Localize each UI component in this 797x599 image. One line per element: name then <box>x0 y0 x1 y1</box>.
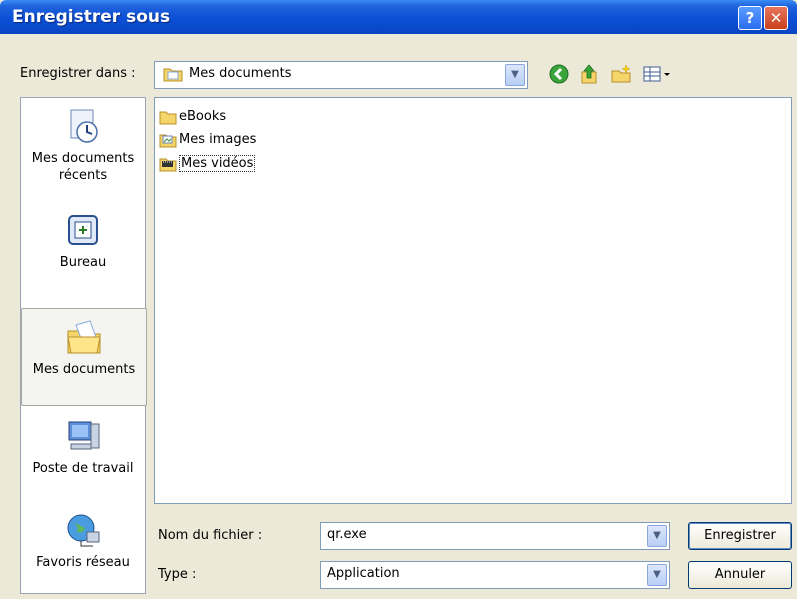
window-title: Enregistrer sous <box>12 7 171 27</box>
place-label: Mes documents <box>32 362 136 377</box>
type-label: Type : <box>158 567 197 582</box>
save-in-value: Mes documents <box>189 66 292 81</box>
place-label: Poste de travail <box>32 461 134 476</box>
place-recent-documents[interactable]: Mes documents récents <box>21 106 145 204</box>
place-label: Mes documents <box>31 151 135 166</box>
file-name: Mes vidéos <box>179 155 256 172</box>
place-my-documents[interactable]: Mes documents <box>21 308 147 406</box>
folder-icon <box>159 111 177 125</box>
place-label-sub: récents <box>58 168 108 183</box>
type-select[interactable]: Application ▼ <box>320 561 670 589</box>
place-label: Favoris réseau <box>36 555 130 570</box>
save-in-dropdown[interactable]: Mes documents ▼ <box>154 61 528 89</box>
chevron-down-icon[interactable]: ▼ <box>505 64 525 86</box>
place-network-places[interactable]: Favoris réseau <box>21 510 145 590</box>
close-button[interactable]: ✕ <box>764 6 788 30</box>
place-label: Bureau <box>59 255 107 270</box>
up-folder-icon[interactable] <box>578 63 600 85</box>
filename-value: qr.exe <box>327 527 367 542</box>
help-button[interactable]: ? <box>738 6 762 30</box>
new-folder-icon[interactable] <box>610 63 632 85</box>
place-my-computer[interactable]: Poste de travail <box>21 416 145 496</box>
cancel-button[interactable]: Annuler <box>688 561 792 589</box>
my-documents-icon <box>67 320 101 354</box>
place-desktop[interactable]: Bureau <box>21 210 145 290</box>
file-list[interactable]: eBooks Mes images Mes vidéos <box>154 97 792 504</box>
save-in-label: Enregistrer dans : <box>20 66 136 81</box>
my-computer-icon <box>68 421 100 450</box>
chevron-down-icon[interactable]: ▼ <box>647 525 667 547</box>
save-button[interactable]: Enregistrer <box>688 522 792 550</box>
filename-input[interactable]: qr.exe ▼ <box>320 522 670 550</box>
chevron-down-icon[interactable]: ▼ <box>647 564 667 586</box>
my-documents-folder-icon <box>163 68 183 82</box>
file-name: Mes images <box>179 132 257 147</box>
network-places-icon <box>67 514 100 547</box>
filename-label: Nom du fichier : <box>158 528 263 543</box>
pictures-folder-icon <box>159 134 177 148</box>
desktop-icon <box>68 215 98 245</box>
title-bar[interactable]: Enregistrer sous ? ✕ <box>0 0 797 34</box>
view-menu-icon[interactable] <box>642 63 676 85</box>
back-icon[interactable] <box>548 63 570 85</box>
file-name: eBooks <box>179 109 227 124</box>
videos-folder-icon <box>159 158 177 172</box>
places-bar: Mes documents récents Bureau Mes documen… <box>20 97 147 594</box>
type-value: Application <box>327 566 400 581</box>
recent-documents-icon <box>70 109 98 143</box>
